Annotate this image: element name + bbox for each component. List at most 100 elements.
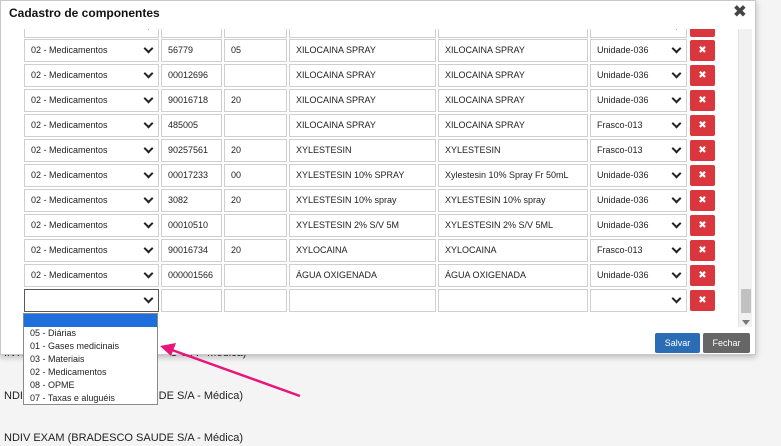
delete-button[interactable]: ✖ (690, 190, 715, 211)
scroll-thumb[interactable] (741, 289, 751, 313)
name-input[interactable] (289, 29, 436, 38)
save-button[interactable]: Salvar (655, 333, 700, 353)
name-input[interactable]: XYLESTESIN 10% spray (289, 189, 436, 212)
category-select[interactable] (24, 289, 159, 312)
delete-button[interactable]: ✖ (690, 90, 715, 111)
dropdown-option[interactable]: 01 - Gases medicinais (24, 340, 157, 353)
dropdown-option[interactable] (24, 314, 157, 327)
category-select[interactable]: 02 - Medicamentos (24, 189, 159, 212)
qty-input[interactable] (224, 289, 287, 312)
category-select[interactable]: 02 - Medicamentos (24, 114, 159, 137)
delete-button[interactable]: ✖ (690, 29, 715, 37)
category-select[interactable] (24, 29, 159, 38)
desc-input[interactable]: XYLOCAINA (438, 239, 588, 262)
code-input[interactable]: 90016734 (161, 239, 222, 262)
qty-input[interactable]: 20 (224, 189, 287, 212)
qty-input[interactable] (224, 64, 287, 87)
desc-input[interactable] (438, 29, 588, 38)
unit-select[interactable]: Frasco-013 (590, 139, 687, 162)
qty-input[interactable] (224, 29, 287, 38)
unit-select-value: Unidade-036 (597, 270, 649, 280)
code-input[interactable]: 3082 (161, 189, 222, 212)
scroll-down-icon[interactable] (742, 320, 750, 325)
desc-input-value: XILOCAINA SPRAY (445, 70, 525, 80)
unit-select[interactable]: Frasco-013 (590, 239, 687, 262)
category-select[interactable]: 02 - Medicamentos (24, 164, 159, 187)
close-button[interactable]: Fechar (703, 333, 750, 353)
dropdown-option[interactable]: 05 - Diárias (24, 327, 157, 340)
code-input[interactable]: 56779 (161, 39, 222, 62)
unit-select[interactable]: Unidade-036 (590, 39, 687, 62)
delete-button[interactable]: ✖ (690, 65, 715, 86)
code-input[interactable] (161, 29, 222, 38)
unit-select[interactable] (590, 289, 687, 312)
desc-input[interactable]: XYLESTESIN 2% S/V 5ML (438, 214, 588, 237)
unit-select[interactable]: Unidade-036 (590, 64, 687, 87)
delete-button[interactable]: ✖ (690, 140, 715, 161)
desc-input[interactable]: XILOCAINA SPRAY (438, 64, 588, 87)
qty-input[interactable]: 05 (224, 39, 287, 62)
category-dropdown-list[interactable]: 05 - Diárias 01 - Gases medicinais 03 - Ma… (23, 313, 158, 405)
desc-input[interactable]: Xylestesin 10% Spray Fr 50mL (438, 164, 588, 187)
dropdown-option[interactable]: 08 - OPME (24, 379, 157, 392)
category-select[interactable]: 02 - Medicamentos (24, 89, 159, 112)
dropdown-option[interactable]: 07 - Taxas e aluguéis (24, 392, 157, 405)
category-select[interactable]: 02 - Medicamentos (24, 239, 159, 262)
delete-button[interactable]: ✖ (690, 165, 715, 186)
code-input[interactable]: 00017233 (161, 164, 222, 187)
desc-input[interactable]: XILOCAINA SPRAY (438, 114, 588, 137)
desc-input[interactable]: XYLESTESIN (438, 139, 588, 162)
code-input[interactable]: 90257561 (161, 139, 222, 162)
qty-input[interactable]: 20 (224, 239, 287, 262)
category-select[interactable]: 02 - Medicamentos (24, 64, 159, 87)
qty-input[interactable]: 00 (224, 164, 287, 187)
delete-button[interactable]: ✖ (690, 240, 715, 261)
qty-input[interactable] (224, 264, 287, 287)
code-input[interactable]: 000001566 (161, 264, 222, 287)
delete-button[interactable]: ✖ (690, 115, 715, 136)
name-input[interactable]: XILOCAINA SPRAY (289, 89, 436, 112)
qty-input[interactable]: 20 (224, 139, 287, 162)
scrollbar[interactable] (738, 29, 752, 327)
category-select[interactable]: 02 - Medicamentos (24, 39, 159, 62)
name-input[interactable]: XYLOCAINA (289, 239, 436, 262)
desc-input[interactable] (438, 289, 588, 312)
name-input[interactable]: XYLESTESIN (289, 139, 436, 162)
dropdown-option[interactable]: 02 - Medicamentos (24, 366, 157, 379)
category-select[interactable]: 02 - Medicamentos (24, 214, 159, 237)
code-input[interactable]: 00010510 (161, 214, 222, 237)
delete-button[interactable]: ✖ (690, 290, 715, 311)
unit-select[interactable]: Unidade-036 (590, 164, 687, 187)
name-input[interactable]: XYLESTESIN 10% SPRAY (289, 164, 436, 187)
qty-input[interactable]: 20 (224, 89, 287, 112)
name-input[interactable]: XILOCAINA SPRAY (289, 39, 436, 62)
desc-input[interactable]: XILOCAINA SPRAY (438, 89, 588, 112)
dropdown-option[interactable]: 03 - Materiais (24, 353, 157, 366)
close-icon[interactable]: ✖ (733, 2, 747, 22)
qty-input[interactable] (224, 114, 287, 137)
unit-select[interactable]: Unidade-036 (590, 264, 687, 287)
desc-input[interactable]: XILOCAINA SPRAY (438, 39, 588, 62)
name-input[interactable]: XYLESTESIN 2% S/V 5M (289, 214, 436, 237)
name-input[interactable]: ÁGUA OXIGENADA (289, 264, 436, 287)
category-select[interactable]: 02 - Medicamentos (24, 264, 159, 287)
unit-select[interactable]: Frasco-013 (590, 114, 687, 137)
unit-select[interactable]: Unidade-036 (590, 189, 687, 212)
category-select[interactable]: 02 - Medicamentos (24, 139, 159, 162)
name-input[interactable]: XILOCAINA SPRAY (289, 114, 436, 137)
code-input[interactable]: 90016718 (161, 89, 222, 112)
desc-input[interactable]: XYLESTESIN 10% spray (438, 189, 588, 212)
qty-input[interactable] (224, 214, 287, 237)
code-input[interactable]: 00012696 (161, 64, 222, 87)
code-input[interactable]: 485005 (161, 114, 222, 137)
name-input[interactable]: XILOCAINA SPRAY (289, 64, 436, 87)
unit-select[interactable] (590, 29, 687, 38)
code-input[interactable] (161, 289, 222, 312)
name-input[interactable] (289, 289, 436, 312)
delete-button[interactable]: ✖ (690, 40, 715, 61)
unit-select[interactable]: Unidade-036 (590, 89, 687, 112)
desc-input[interactable]: ÁGUA OXIGENADA (438, 264, 588, 287)
delete-button[interactable]: ✖ (690, 215, 715, 236)
unit-select[interactable]: Unidade-036 (590, 214, 687, 237)
delete-button[interactable]: ✖ (690, 265, 715, 286)
